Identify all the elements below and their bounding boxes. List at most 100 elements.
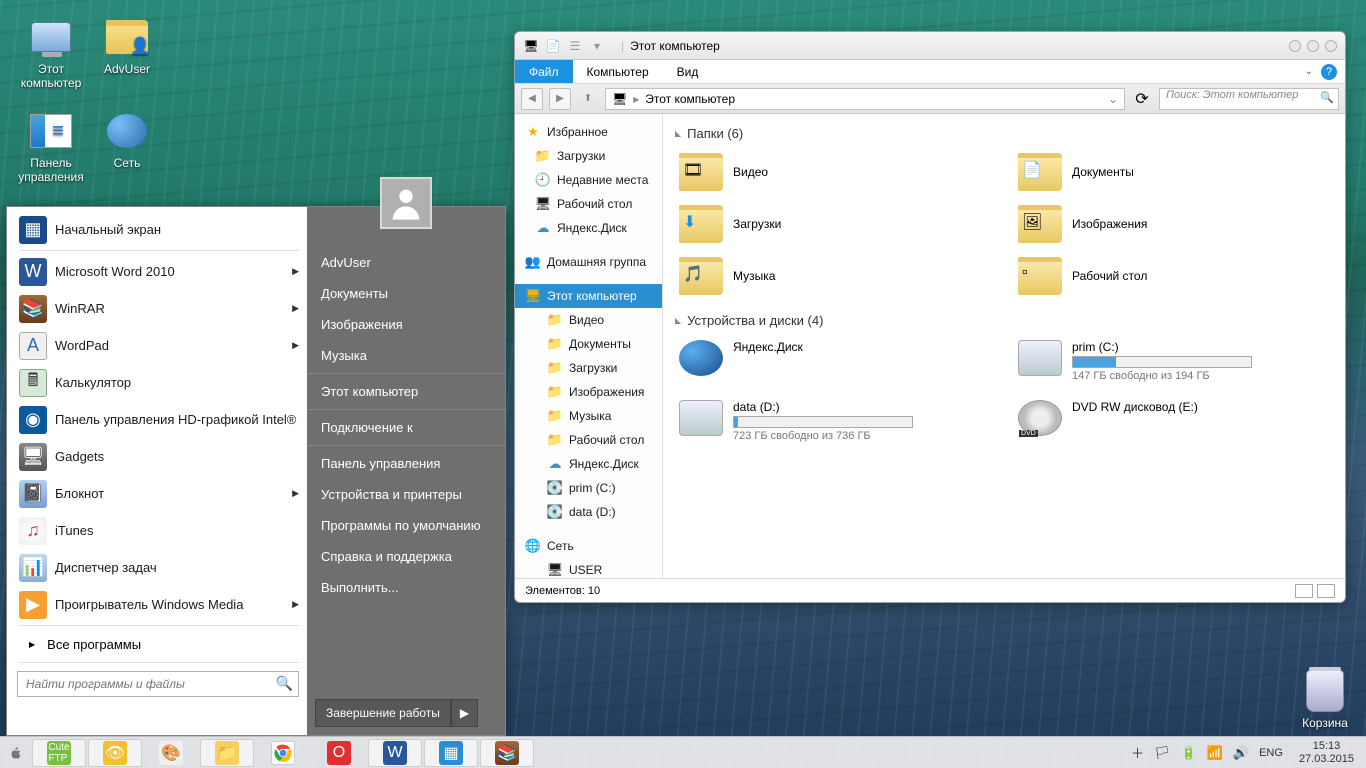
right-item-default-programs[interactable]: Программы по умолчанию bbox=[307, 510, 505, 541]
section-folders[interactable]: Папки (6) bbox=[675, 126, 1333, 141]
device-drive-c[interactable]: prim (C:)147 ГБ свободно из 194 ГБ bbox=[1014, 336, 1333, 386]
start-item-intel-graphics[interactable]: ◉Панель управления HD-графикой Intel® bbox=[11, 401, 307, 438]
tray-battery-icon[interactable]: 🔋 bbox=[1181, 745, 1197, 761]
desktop-icon-control-panel[interactable]: Панель управления bbox=[16, 110, 86, 184]
section-devices[interactable]: Устройства и диски (4) bbox=[675, 313, 1333, 328]
side-this-pc[interactable]: 🖥Этот компьютер bbox=[515, 284, 662, 308]
desktop-icon-trash[interactable]: Корзина bbox=[1290, 670, 1360, 730]
side-downloads2[interactable]: 📁Загрузки bbox=[515, 356, 662, 380]
tray-expand-icon[interactable]: ＋ bbox=[1131, 743, 1144, 762]
start-button[interactable] bbox=[6, 743, 26, 763]
start-search-input[interactable] bbox=[17, 671, 299, 697]
user-avatar[interactable] bbox=[380, 177, 432, 229]
properties-icon[interactable]: ☰ bbox=[567, 38, 583, 54]
side-desktop[interactable]: 🖥Рабочий стол bbox=[515, 192, 662, 216]
minimize-button[interactable] bbox=[1289, 40, 1301, 52]
side-drive-c[interactable]: 💽prim (C:) bbox=[515, 476, 662, 500]
ribbon-expand-icon[interactable]: ⌄ bbox=[1305, 66, 1313, 77]
tray-network-icon[interactable]: 📶 bbox=[1207, 745, 1223, 761]
taskbar-cuteftp[interactable]: CuteFTP bbox=[32, 739, 86, 767]
help-icon[interactable]: ? bbox=[1321, 64, 1337, 80]
start-item-winrar[interactable]: 📚WinRAR▶ bbox=[11, 290, 307, 327]
folder-video[interactable]: Видео bbox=[675, 149, 994, 195]
taskbar-winrar[interactable]: 📚 bbox=[480, 739, 534, 767]
explorer-search[interactable]: Поиск: Этот компьютер 🔍 bbox=[1159, 88, 1339, 110]
start-item-wmp[interactable]: ▶Проигрыватель Windows Media▶ bbox=[11, 586, 307, 623]
close-button[interactable] bbox=[1325, 40, 1337, 52]
view-icons-button[interactable] bbox=[1317, 584, 1335, 598]
side-desktop2[interactable]: 📁Рабочий стол bbox=[515, 428, 662, 452]
side-yandex-disk[interactable]: ☁Яндекс.Диск bbox=[515, 216, 662, 240]
side-recent[interactable]: 🕘Недавние места bbox=[515, 168, 662, 192]
device-yandex-disk[interactable]: Яндекс.Диск bbox=[675, 336, 994, 386]
right-item-images[interactable]: Изображения bbox=[307, 309, 505, 340]
refresh-button[interactable]: ⟳ bbox=[1131, 88, 1153, 110]
folder-images[interactable]: Изображения bbox=[1014, 201, 1333, 247]
right-item-this-pc[interactable]: Этот компьютер bbox=[307, 376, 505, 407]
desktop-icon-network[interactable]: Сеть bbox=[92, 110, 162, 170]
desktop-icon-this-pc[interactable]: Этот компьютер bbox=[16, 16, 86, 90]
tab-computer[interactable]: Компьютер bbox=[573, 60, 663, 83]
taskbar-chrome[interactable] bbox=[256, 739, 310, 767]
folder-downloads[interactable]: Загрузки bbox=[675, 201, 994, 247]
device-drive-d[interactable]: data (D:)723 ГБ свободно из 736 ГБ bbox=[675, 396, 994, 446]
nav-back-button[interactable]: ◀ bbox=[521, 88, 543, 110]
address-bar[interactable]: 🖥 ▸ Этот компьютер ⌄ bbox=[605, 88, 1125, 110]
side-network[interactable]: 🌐Сеть bbox=[515, 534, 662, 558]
shutdown-button[interactable]: Завершение работы bbox=[315, 699, 451, 727]
start-item-calculator[interactable]: 🖩Калькулятор bbox=[11, 364, 307, 401]
right-item-user[interactable]: AdvUser bbox=[307, 247, 505, 278]
side-images[interactable]: 📁Изображения bbox=[515, 380, 662, 404]
side-favorites[interactable]: ★Избранное bbox=[515, 120, 662, 144]
taskbar-clock[interactable]: 15:13 27.03.2015 bbox=[1293, 740, 1360, 765]
maximize-button[interactable] bbox=[1307, 40, 1319, 52]
side-music[interactable]: 📁Музыка bbox=[515, 404, 662, 428]
start-item-word[interactable]: WMicrosoft Word 2010▶ bbox=[11, 253, 307, 290]
chevron-down-icon[interactable]: ⌄ bbox=[1108, 92, 1118, 106]
tray-volume-icon[interactable]: 🔊 bbox=[1233, 745, 1249, 761]
start-item-wordpad[interactable]: AWordPad▶ bbox=[11, 327, 307, 364]
nav-up-button[interactable]: ⬆ bbox=[577, 88, 599, 110]
taskbar-paint[interactable]: 🎨 bbox=[144, 739, 198, 767]
start-item-notepad[interactable]: 📓Блокнот▶ bbox=[11, 475, 307, 512]
folder-desktop[interactable]: Рабочий стол bbox=[1014, 253, 1333, 299]
tray-action-center-icon[interactable]: 🏳 bbox=[1154, 745, 1171, 761]
device-dvd[interactable]: DVD RW дисковод (E:) bbox=[1014, 396, 1333, 446]
tab-file[interactable]: Файл bbox=[515, 60, 573, 83]
tab-view[interactable]: Вид bbox=[663, 60, 713, 83]
right-item-devices-printers[interactable]: Устройства и принтеры bbox=[307, 479, 505, 510]
side-net-user[interactable]: 🖥USER bbox=[515, 558, 662, 578]
side-documents[interactable]: 📁Документы bbox=[515, 332, 662, 356]
taskbar-webcam[interactable]: 👁 bbox=[88, 739, 142, 767]
taskbar-explorer[interactable]: 📁 bbox=[200, 739, 254, 767]
view-details-button[interactable] bbox=[1295, 584, 1313, 598]
start-item-task-manager[interactable]: 📊Диспетчер задач bbox=[11, 549, 307, 586]
side-homegroup[interactable]: 👥Домашняя группа bbox=[515, 250, 662, 274]
right-item-documents[interactable]: Документы bbox=[307, 278, 505, 309]
right-item-run[interactable]: Выполнить... bbox=[307, 572, 505, 603]
right-item-music[interactable]: Музыка bbox=[307, 340, 505, 371]
language-indicator[interactable]: ENG bbox=[1259, 747, 1283, 759]
start-item-start-screen[interactable]: ▦Начальный экран bbox=[11, 211, 307, 248]
folder-documents[interactable]: Документы bbox=[1014, 149, 1333, 195]
desktop-icon-advuser[interactable]: AdvUser bbox=[92, 16, 162, 76]
side-videos[interactable]: 📁Видео bbox=[515, 308, 662, 332]
start-item-itunes[interactable]: ♫iTunes bbox=[11, 512, 307, 549]
side-downloads[interactable]: 📁Загрузки bbox=[515, 144, 662, 168]
shutdown-options-button[interactable]: ▶ bbox=[451, 699, 478, 727]
nav-forward-button[interactable]: ▶ bbox=[549, 88, 571, 110]
side-drive-d[interactable]: 💽data (D:) bbox=[515, 500, 662, 524]
new-folder-icon[interactable]: 📄 bbox=[545, 38, 561, 54]
taskbar-opera[interactable]: O bbox=[312, 739, 366, 767]
taskbar-word[interactable]: W bbox=[368, 739, 422, 767]
explorer-titlebar[interactable]: 🖥 📄 ☰ ▾ | Этот компьютер bbox=[515, 32, 1345, 60]
taskbar-dock[interactable]: ▦ bbox=[424, 739, 478, 767]
side-yandex-disk2[interactable]: ☁Яндекс.Диск bbox=[515, 452, 662, 476]
all-programs[interactable]: Все программы bbox=[11, 628, 307, 660]
right-item-help[interactable]: Справка и поддержка bbox=[307, 541, 505, 572]
start-item-gadgets[interactable]: 🖥Gadgets bbox=[11, 438, 307, 475]
folder-music[interactable]: Музыка bbox=[675, 253, 994, 299]
right-item-connect[interactable]: Подключение к bbox=[307, 412, 505, 443]
qat-dropdown-icon[interactable]: ▾ bbox=[589, 38, 605, 54]
right-item-control-panel[interactable]: Панель управления bbox=[307, 448, 505, 479]
